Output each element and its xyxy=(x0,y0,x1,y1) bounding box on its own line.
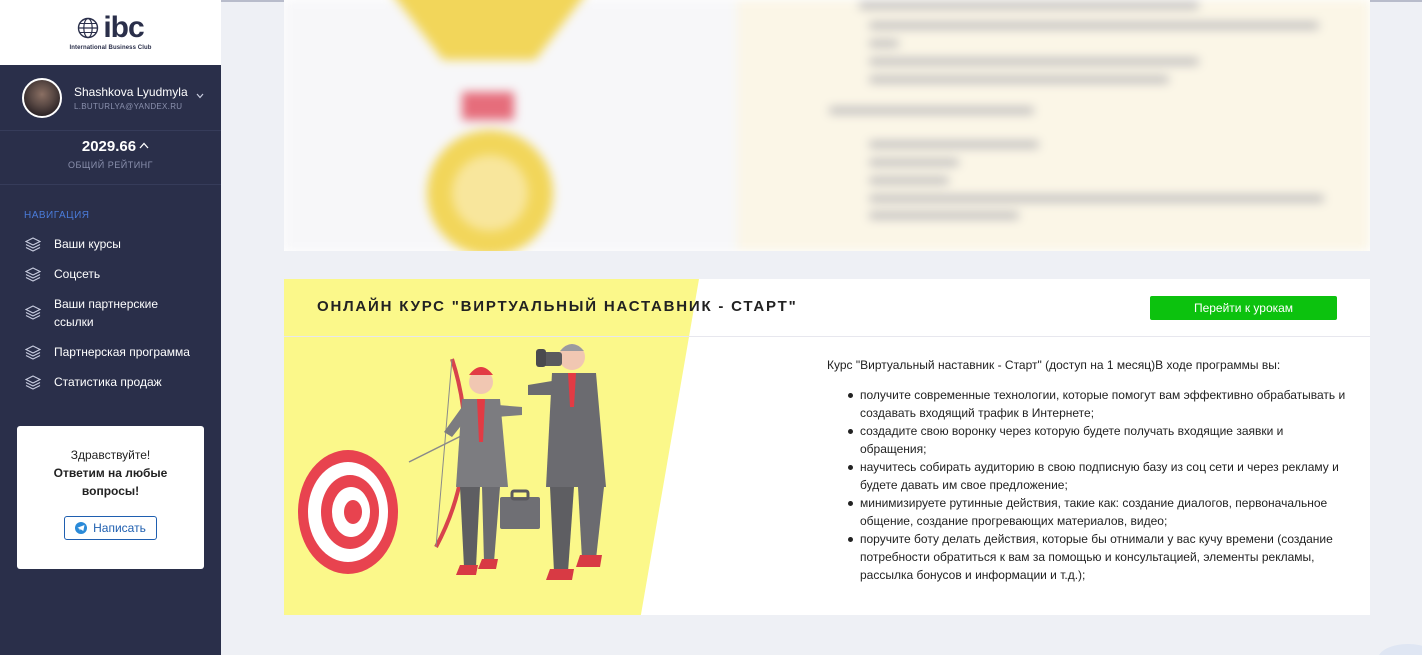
sidebar-item-label: Партнерская программа xyxy=(54,345,190,359)
write-button[interactable]: Написать xyxy=(64,516,157,540)
list-item: научитесь собирать аудиторию в свою подп… xyxy=(827,458,1347,494)
logo-text: ibc xyxy=(103,11,144,44)
avatar xyxy=(22,77,62,118)
course-intro: Курс "Виртуальный наставник - Старт" (до… xyxy=(827,358,1281,372)
businessman-figure xyxy=(528,344,606,580)
sidebar-item-partner-program[interactable]: Партнерская программа xyxy=(0,337,221,367)
nav-list: Ваши курсы Соцсеть Ваши партнерские ссыл… xyxy=(0,229,221,397)
course-card-header: ОНЛАЙН КУРС "ВИРТУАЛЬНЫЙ НАСТАВНИК - СТА… xyxy=(284,279,1370,337)
blurred-text-line xyxy=(869,195,1324,202)
write-button-label: Написать xyxy=(93,521,146,535)
rating-value: 2029.66 xyxy=(81,138,137,155)
blurred-text-line xyxy=(869,177,949,184)
course-card-blurred xyxy=(284,0,1370,251)
course-benefits-list: получите современные технологии, которые… xyxy=(827,386,1347,584)
list-item: поручите боту делать действия, которые б… xyxy=(827,530,1347,584)
blurred-text-line xyxy=(869,159,959,166)
user-info: Shashkova Lyudmyla L.BUTURLYA@YANDEX.RU xyxy=(74,85,188,111)
chevron-down-icon[interactable] xyxy=(196,91,204,101)
blurred-text-line xyxy=(859,2,1199,9)
target-graphic xyxy=(298,450,398,574)
sidebar-item-label: Ваши партнерские ссылки xyxy=(54,297,159,329)
sidebar-item-sales-stats[interactable]: Статистика продаж xyxy=(0,367,221,397)
briefcase-graphic xyxy=(500,489,540,529)
layers-icon xyxy=(25,237,41,252)
rating-label: ОБЩИЙ РЕЙТИНГ xyxy=(67,160,154,170)
chat-subtitle: Ответим на любые вопросы! xyxy=(53,466,168,498)
course-title: ОНЛАЙН КУРС "ВИРТУАЛЬНЫЙ НАСТАВНИК - СТА… xyxy=(317,298,798,315)
chat-greeting: Здравствуйте! xyxy=(70,448,151,462)
blurred-text-line xyxy=(869,141,1039,148)
chat-widget: Здравствуйте! Ответим на любые вопросы! … xyxy=(17,426,204,569)
medal-clasp-shape xyxy=(462,92,514,120)
sidebar-item-social[interactable]: Соцсеть xyxy=(0,259,221,289)
sidebar-item-courses[interactable]: Ваши курсы xyxy=(0,229,221,259)
blurred-text-line xyxy=(869,40,899,47)
layers-icon xyxy=(25,375,41,390)
layers-icon xyxy=(25,267,41,282)
blurred-text-line xyxy=(869,76,1169,83)
blurred-text-bg xyxy=(737,0,1370,251)
rating-block: 2029.66 ОБЩИЙ РЕЙТИНГ xyxy=(0,131,221,185)
logo-mark: ibc xyxy=(77,11,145,44)
list-item: минимизируете рутинные действия, такие к… xyxy=(827,494,1347,530)
sidebar-item-partner-links[interactable]: Ваши партнерские ссылки xyxy=(0,289,221,337)
nav-heading: НАВИГАЦИЯ xyxy=(24,210,90,221)
user-profile[interactable]: Shashkova Lyudmyla L.BUTURLYA@YANDEX.RU xyxy=(0,65,221,131)
layers-icon xyxy=(25,305,41,320)
course-card: ОНЛАЙН КУРС "ВИРТУАЛЬНЫЙ НАСТАВНИК - СТА… xyxy=(284,279,1370,615)
blurred-text-line xyxy=(829,107,1034,114)
blurred-text-line xyxy=(869,212,1019,219)
sidebar-item-label: Соцсеть xyxy=(54,267,101,281)
globe-icon xyxy=(78,17,99,39)
list-item: создадите свою воронку через которую буд… xyxy=(827,422,1347,458)
sidebar: ibc International Business Club Shashkov… xyxy=(0,0,221,655)
chevron-up-icon[interactable] xyxy=(139,141,149,152)
blurred-content xyxy=(284,0,1370,251)
sidebar-item-label: Ваши курсы xyxy=(54,237,121,251)
list-item: получите современные технологии, которые… xyxy=(827,386,1347,422)
blurred-text-line xyxy=(869,58,1199,65)
rating-value-row: 2029.66 xyxy=(0,138,221,155)
medal-coin-inner-shape xyxy=(452,155,528,231)
main-content: ОНЛАЙН КУРС "ВИРТУАЛЬНЫЙ НАСТАВНИК - СТА… xyxy=(221,0,1422,655)
telegram-icon xyxy=(75,522,88,534)
logo-subtitle: International Business Club xyxy=(69,45,152,51)
course-illustration xyxy=(298,344,606,580)
user-name: Shashkova Lyudmyla xyxy=(74,84,188,99)
layers-icon xyxy=(25,345,41,360)
course-description: Курс "Виртуальный наставник - Старт" (до… xyxy=(827,356,1347,584)
user-email: L.BUTURLYA@YANDEX.RU xyxy=(74,101,183,111)
blurred-text-line xyxy=(869,22,1319,29)
archer-figure xyxy=(444,367,522,575)
go-to-lessons-button[interactable]: Перейти к урокам xyxy=(1150,296,1337,320)
logo[interactable]: ibc International Business Club xyxy=(0,0,221,65)
sidebar-item-label: Статистика продаж xyxy=(54,375,162,389)
